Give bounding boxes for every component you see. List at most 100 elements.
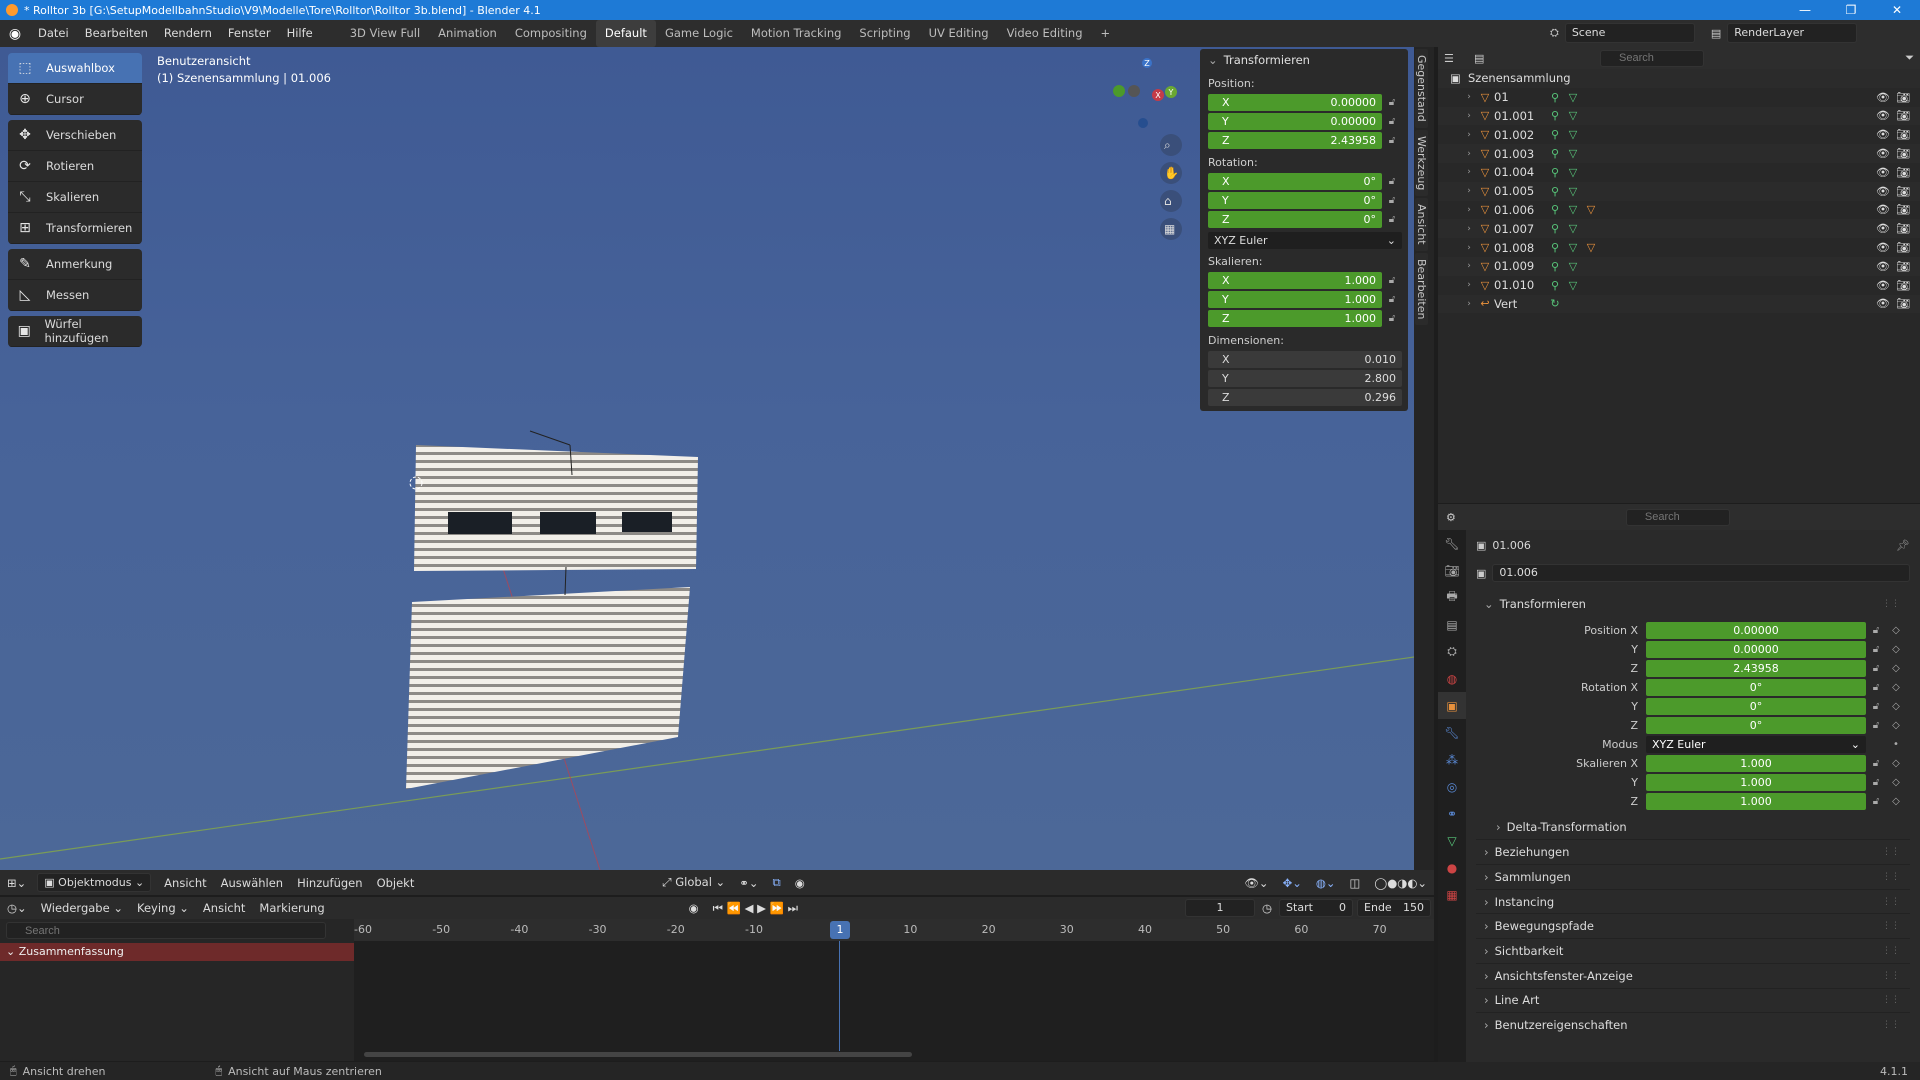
output-tab-icon[interactable]: 🖶 [1438, 584, 1466, 611]
property-section-header[interactable]: › Beziehungen ⋮⋮ [1476, 839, 1910, 864]
blender-logo-icon[interactable]: ◉ [0, 26, 30, 42]
dimensions-z-field[interactable]: Z 0.296 [1208, 389, 1402, 406]
eye-icon[interactable]: 👁︎ [1876, 109, 1890, 122]
menu-wiedergabe[interactable]: Wiedergabe ⌄ [34, 901, 130, 915]
property-section-header[interactable]: › Sichtbarkeit ⋮⋮ [1476, 938, 1910, 963]
outliner-item[interactable]: › ▽ 01.009 ⚲ ▽ 👁︎ 📷︎ [1438, 256, 1920, 276]
menu-ansicht[interactable]: Ansicht [157, 876, 213, 890]
summary-channel[interactable]: ⌄ Zusammenfassung [0, 943, 354, 961]
perspective-toggle-icon[interactable]: ▦ [1164, 222, 1175, 236]
keyframe-icon[interactable]: ◇ [1886, 682, 1906, 693]
property-section-header[interactable]: › Instancing ⋮⋮ [1476, 888, 1910, 914]
tool-annotate[interactable]: ✎ Anmerkung [8, 249, 142, 280]
mesh-data-icon[interactable]: ▽ [1564, 203, 1582, 216]
editor-type-icon[interactable]: ⊞⌄ [0, 876, 33, 890]
editor-type-icon[interactable]: ⚙ [1446, 511, 1456, 524]
proportional-edit-icon[interactable]: ◉ [788, 876, 812, 890]
minimize-button[interactable]: — [1782, 0, 1828, 20]
object-tab-icon[interactable]: ▣ [1438, 692, 1466, 719]
workspace-tab-uv-editing[interactable]: UV Editing [920, 20, 998, 47]
mode-select[interactable]: ▣ Objektmodus ⌄ [37, 873, 152, 892]
chevron-right-icon[interactable]: › [1462, 261, 1476, 271]
eye-icon[interactable]: 👁︎ [1876, 260, 1890, 273]
xray-icon[interactable]: ◫ [1343, 876, 1368, 890]
material-icon[interactable]: ▽ [1582, 241, 1600, 254]
eye-icon[interactable]: 👁︎ [1876, 91, 1890, 104]
menu-fenster[interactable]: Fenster [220, 20, 279, 47]
prop-scale-y[interactable]: 1.000 [1646, 773, 1866, 791]
editor-type-icon[interactable]: ◷⌄ [0, 901, 34, 915]
eye-icon[interactable]: 👁︎ [1876, 147, 1890, 160]
workspace-tab-scripting[interactable]: Scripting [850, 20, 919, 47]
tool-move[interactable]: ✥ Verschieben [8, 120, 142, 151]
shading-modes-icon[interactable]: ◯●◑◐⌄ [1367, 876, 1434, 890]
lock-icon[interactable]: 🔓︎ [1382, 97, 1402, 108]
chevron-right-icon[interactable]: › [1462, 111, 1476, 121]
modifier-icon[interactable]: ↻ [1546, 297, 1564, 310]
modifier-icon[interactable]: ⚲ [1546, 241, 1564, 254]
display-mode-icon[interactable]: ▤ [1474, 52, 1504, 65]
property-section-header[interactable]: › Ansichtsfenster-Anzeige ⋮⋮ [1476, 962, 1910, 988]
prop-rotation-x[interactable]: 0° [1646, 678, 1866, 696]
tool-transform[interactable]: ⊞ Transformieren [8, 213, 142, 244]
lock-icon[interactable]: 🔓︎ [1382, 135, 1402, 146]
particles-tab-icon[interactable]: ⁂ [1438, 746, 1466, 773]
rotation-z-field[interactable]: Z 0° [1208, 211, 1382, 228]
menu-hinzufuegen[interactable]: Hinzufügen [290, 876, 369, 890]
modifier-icon[interactable]: ⚲ [1546, 279, 1564, 292]
menu-ansicht-timeline[interactable]: Ansicht [196, 901, 252, 915]
outliner-search-input[interactable] [1600, 49, 1704, 67]
overlay-icon[interactable]: ◍⌄ [1309, 876, 1343, 890]
world-tab-icon[interactable]: ◍ [1438, 665, 1466, 692]
view-layer-tab-icon[interactable]: ▤ [1438, 611, 1466, 638]
eye-icon[interactable]: 👁︎ [1876, 241, 1890, 254]
eye-icon[interactable]: 👁︎ [1876, 185, 1890, 198]
snap-icon[interactable]: ⧉ [765, 875, 787, 890]
modifier-icon[interactable]: ⚲ [1546, 91, 1564, 104]
property-section-header[interactable]: › Bewegungspfade ⋮⋮ [1476, 913, 1910, 938]
texture-tab-icon[interactable]: ▦ [1438, 881, 1466, 908]
current-frame-indicator[interactable]: 1 [830, 921, 850, 939]
scale-z-field[interactable]: Z 1.000 [1208, 310, 1382, 327]
lock-icon[interactable]: 🔓︎ [1382, 275, 1402, 286]
chevron-right-icon[interactable]: › [1462, 130, 1476, 140]
camera-render-icon[interactable]: 📷︎ [1896, 185, 1910, 198]
properties-search-input[interactable] [1625, 508, 1730, 526]
timeline-ruler[interactable]: -60 -50 -40 -30 -20 -10 10 20 30 40 50 60 70 1 [354, 919, 1434, 941]
prop-position-x[interactable]: 0.00000 [1646, 621, 1866, 639]
constraints-tab-icon[interactable]: ⚭ [1438, 800, 1466, 827]
outliner-item[interactable]: › ▽ 01.007 ⚲ ▽ 👁︎ 📷︎ [1438, 219, 1920, 239]
workspace-tab-motion-tracking[interactable]: Motion Tracking [742, 20, 851, 47]
dimensions-x-field[interactable]: X 0.010 [1208, 351, 1402, 368]
scale-x-field[interactable]: X 1.000 [1208, 272, 1382, 289]
rolltor-upper-panel[interactable] [414, 445, 698, 571]
mesh-data-icon[interactable]: ▽ [1564, 147, 1582, 160]
data-tab-icon[interactable]: ▽ [1438, 827, 1466, 854]
close-button[interactable]: ✕ [1874, 0, 1920, 20]
outliner-item[interactable]: › ▽ 01.005 ⚲ ▽ 👁︎ 📷︎ [1438, 181, 1920, 201]
tool-rotate[interactable]: ⟳ Rotieren [8, 151, 142, 182]
outliner-item[interactable]: › ↩ Vert ↻ 👁︎ 📷︎ [1438, 294, 1920, 314]
mesh-data-icon[interactable]: ▽ [1564, 166, 1582, 179]
prop-rotation-y[interactable]: 0° [1646, 697, 1866, 715]
tool-scale[interactable]: ⤡ Skalieren [8, 182, 142, 213]
camera-render-icon[interactable]: 📷︎ [1896, 260, 1910, 273]
mesh-data-icon[interactable]: ▽ [1564, 91, 1582, 104]
preview-range-icon[interactable]: ◷ [1255, 901, 1279, 915]
rolltor-lower-panel[interactable] [406, 587, 690, 789]
tool-measure[interactable]: ◺ Messen [8, 280, 142, 311]
chevron-right-icon[interactable]: › [1462, 280, 1476, 290]
playback-controls[interactable]: ⏮ ⏪ ◀ ▶ ⏩ ⏭ [706, 901, 805, 916]
physics-tab-icon[interactable]: ◎ [1438, 773, 1466, 800]
eye-icon[interactable]: 👁︎ [1876, 203, 1890, 216]
lock-icon[interactable]: 🔓︎ [1382, 116, 1402, 127]
scale-y-field[interactable]: Y 1.000 [1208, 291, 1382, 308]
material-tab-icon[interactable]: ● [1438, 854, 1466, 881]
mesh-data-icon[interactable]: ▽ [1564, 128, 1582, 141]
workspace-tab-game-logic[interactable]: Game Logic [656, 20, 742, 47]
modifier-icon[interactable]: ⚲ [1546, 185, 1564, 198]
lock-icon[interactable]: 🔓︎ [1382, 294, 1402, 305]
scene-selector[interactable]: Scene [1564, 23, 1695, 43]
mesh-data-icon[interactable]: ▽ [1564, 109, 1582, 122]
auto-key-icon[interactable]: ◉ [682, 901, 706, 915]
